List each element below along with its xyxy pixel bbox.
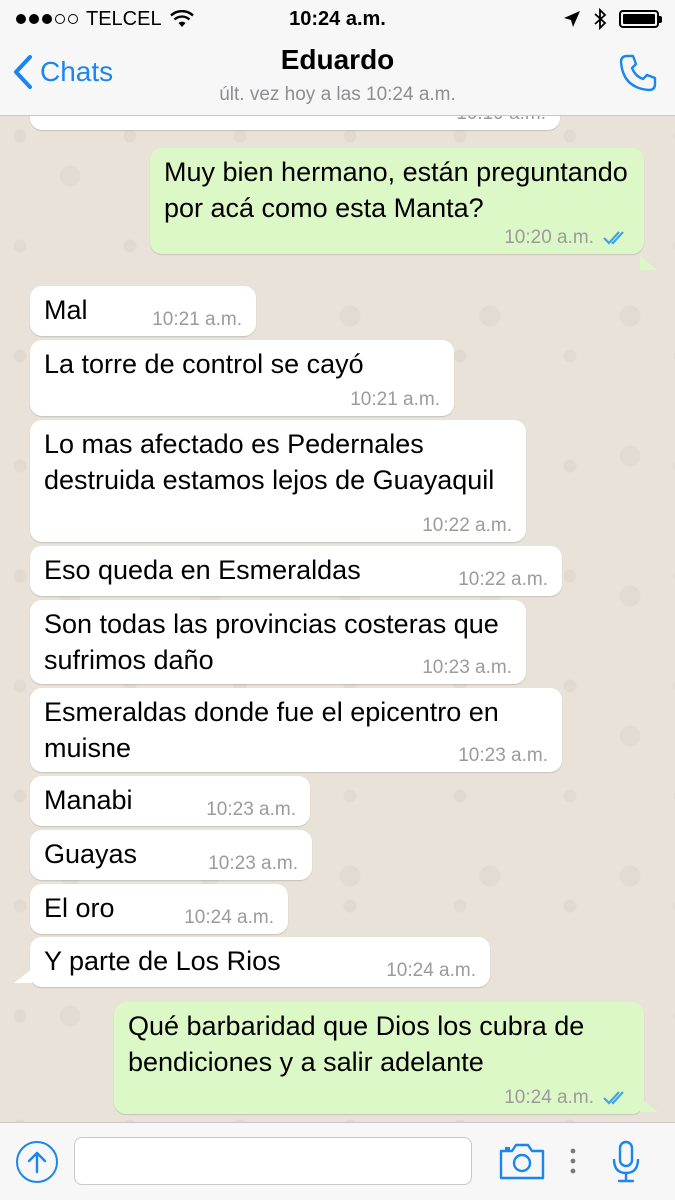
message-meta: 10:23 a.m.: [208, 854, 298, 874]
message-bubble-incoming[interactable]: El oro 10:24 a.m.: [30, 884, 288, 934]
message-time: 10:24 a.m.: [504, 1087, 594, 1108]
message-bubble-incoming[interactable]: Eso queda en Esmeraldas 10:22 a.m.: [30, 546, 562, 596]
bubble-tail: [640, 256, 658, 270]
message-meta: 10:23 a.m.: [206, 800, 296, 820]
bubble-tail: [640, 1098, 658, 1112]
message-text: Esmeraldas donde fue el epicentro en mui…: [44, 697, 499, 763]
last-seen-status: últ. vez hoy a las 10:24 a.m.: [219, 84, 456, 105]
wifi-icon: [169, 10, 194, 27]
message-text: La torre de control se cayó: [44, 349, 364, 379]
status-left: TELCEL: [16, 8, 194, 31]
message-time: 10:23 a.m.: [458, 745, 548, 766]
message-input[interactable]: [74, 1137, 472, 1185]
message-time: 10:22 a.m.: [422, 515, 512, 536]
bubble-tail: [14, 969, 32, 983]
share-button[interactable]: [16, 1141, 58, 1183]
message-text: Qué barbaridad que Dios los cubra de ben…: [128, 1011, 585, 1077]
message-time: 10:24 a.m.: [184, 907, 274, 928]
message-meta: 10:20 a.m.: [504, 228, 630, 248]
message-text: Guayas: [44, 839, 138, 869]
message-time: 10:23 a.m.: [422, 657, 512, 678]
status-right: [563, 8, 662, 30]
message-bubble-incoming[interactable]: Guayas 10:23 a.m.: [30, 830, 312, 880]
message-text: Muy bien hermano, están preguntando por …: [164, 157, 628, 223]
camera-button[interactable]: [498, 1141, 546, 1186]
message-meta: 10:19 a.m.: [456, 116, 546, 124]
message-bubble-incoming[interactable]: Esmeraldas donde fue el epicentro en mui…: [30, 688, 562, 772]
message-time: 10:23 a.m.: [206, 799, 296, 820]
microphone-icon: [612, 1140, 640, 1183]
message-time: 10:22 a.m.: [458, 569, 548, 590]
message-list[interactable]: 10:19 a.m. Muy bien hermano, están pregu…: [0, 116, 675, 1122]
message-text: Mal: [44, 295, 88, 325]
message-meta: 10:23 a.m.: [458, 746, 548, 766]
message-text: El oro: [44, 893, 115, 923]
more-options-button[interactable]: [566, 1143, 580, 1184]
message-bubble-incoming[interactable]: Y parte de Los Rios 10:24 a.m.: [30, 937, 490, 987]
message-meta: 10:22 a.m.: [422, 516, 512, 536]
status-bar: TELCEL 10:24 a.m.: [0, 0, 675, 38]
message-meta: 10:24 a.m.: [504, 1088, 630, 1108]
message-bubble-incoming[interactable]: Lo mas afectado es Pedernales destruida …: [30, 420, 526, 542]
message-meta: 10:22 a.m.: [458, 570, 548, 590]
carrier-name: TELCEL: [86, 7, 162, 30]
bluetooth-icon: [594, 8, 607, 30]
camera-icon: [499, 1143, 545, 1180]
message-bubble-incoming[interactable]: Mal 10:21 a.m.: [30, 286, 256, 336]
location-arrow-icon: [564, 11, 580, 27]
message-time: 10:24 a.m.: [386, 960, 476, 981]
message-bubble-incoming[interactable]: Son todas las provincias costeras que su…: [30, 600, 526, 684]
more-dots-icon: [570, 1148, 576, 1174]
battery-icon: [619, 10, 662, 28]
signal-strength-icon: [16, 14, 78, 24]
message-meta: 10:24 a.m.: [184, 908, 274, 928]
double-check-icon: [603, 1091, 624, 1105]
message-text: Eso queda en Esmeraldas: [44, 555, 361, 585]
message-text: Manabi: [44, 785, 133, 815]
voice-message-button[interactable]: [610, 1139, 642, 1190]
message-bubble-outgoing[interactable]: Muy bien hermano, están preguntando por …: [150, 148, 644, 254]
message-text: Lo mas afectado es Pedernales destruida …: [44, 429, 495, 495]
double-check-icon: [603, 231, 624, 245]
message-time: 10:23 a.m.: [208, 853, 298, 874]
message-time: 10:21 a.m.: [350, 389, 440, 410]
message-meta: 10:21 a.m.: [350, 390, 440, 410]
message-bubble-partial[interactable]: 10:19 a.m.: [30, 116, 560, 130]
message-bubble-outgoing[interactable]: Qué barbaridad que Dios los cubra de ben…: [114, 1002, 644, 1114]
message-time: 10:21 a.m.: [152, 309, 242, 330]
call-button[interactable]: [617, 52, 659, 99]
message-bubble-incoming[interactable]: Manabi 10:23 a.m.: [30, 776, 310, 826]
message-meta: 10:21 a.m.: [152, 310, 242, 330]
message-bubble-incoming[interactable]: La torre de control se cayó 10:21 a.m.: [30, 340, 454, 416]
message-meta: 10:24 a.m.: [386, 961, 476, 981]
message-time: 10:20 a.m.: [504, 227, 594, 248]
message-meta: 10:23 a.m.: [422, 658, 512, 678]
chat-header: Chats Eduardo últ. vez hoy a las 10:24 a…: [0, 38, 675, 116]
message-text: Y parte de Los Rios: [44, 946, 281, 976]
contact-name[interactable]: Eduardo: [0, 44, 675, 76]
message-time: 10:19 a.m.: [456, 116, 546, 124]
upload-arrow-icon: [27, 1151, 47, 1174]
message-composer: [0, 1122, 675, 1200]
phone-icon: [619, 54, 657, 92]
